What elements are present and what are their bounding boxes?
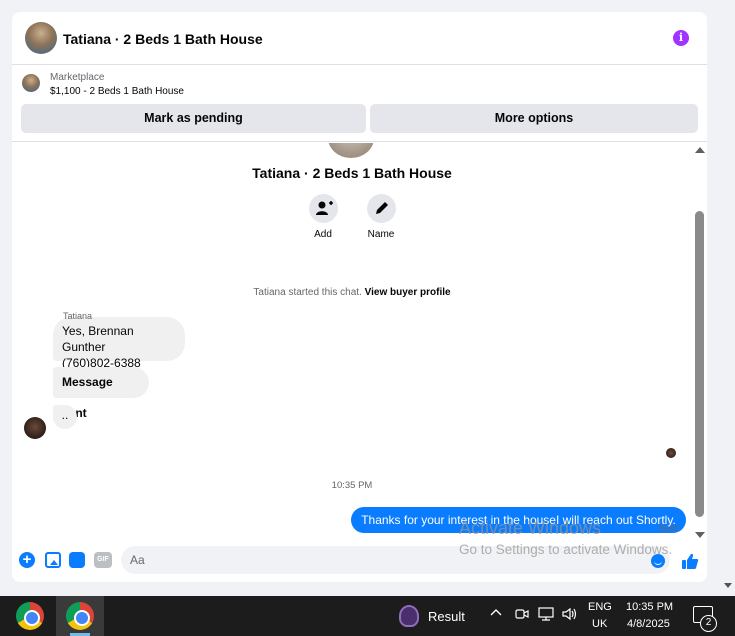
conversation-title: Tatiana · 2 Beds 1 Bath House: [252, 165, 452, 181]
chat-started-notice: Tatiana started this chat. View buyer pr…: [12, 287, 692, 298]
message-thread[interactable]: Tatiana · 2 Beds 1 Bath House Add Name T…: [12, 143, 692, 543]
clock-date[interactable]: 4/8/2025: [627, 618, 670, 630]
message-input[interactable]: [121, 546, 670, 574]
chrome-profile-icon[interactable]: [66, 602, 94, 630]
messenger-panel: Tatiana · 2 Beds 1 Bath House i Marketpl…: [12, 12, 707, 582]
notification-count-badge[interactable]: 2: [700, 615, 717, 632]
outgoing-message[interactable]: Thanks for your interest in the houseI w…: [351, 507, 686, 533]
pencil-icon[interactable]: [366, 194, 396, 223]
windows-taskbar: Result ENG UK 10:35 PM 4/8/2025 2: [0, 596, 735, 636]
sticker-icon[interactable]: [69, 552, 85, 568]
result-app-label[interactable]: Result: [428, 609, 465, 624]
name-action[interactable]: Name: [351, 194, 411, 240]
photo-icon[interactable]: [45, 552, 61, 568]
gif-icon[interactable]: GIF: [94, 552, 112, 568]
scroll-up-arrow-icon[interactable]: [695, 147, 705, 153]
add-action[interactable]: Add: [293, 194, 353, 240]
chrome-icon[interactable]: [16, 602, 44, 630]
started-text: Tatiana started this chat.: [253, 287, 362, 298]
view-buyer-profile-link[interactable]: View buyer profile: [365, 287, 451, 298]
listing-thumbnail[interactable]: [22, 74, 40, 92]
network-icon[interactable]: [538, 607, 554, 624]
more-options-button[interactable]: More options: [370, 104, 698, 133]
message-composer: + GIF: [12, 542, 707, 582]
result-app-icon[interactable]: [399, 605, 419, 627]
add-person-icon[interactable]: [308, 194, 338, 223]
plus-icon[interactable]: +: [19, 552, 35, 568]
emoji-icon[interactable]: [651, 554, 665, 568]
incoming-message[interactable]: Message sent: [53, 367, 149, 420]
volume-icon[interactable]: [562, 607, 578, 624]
clock-time[interactable]: 10:35 PM: [626, 601, 673, 613]
name-label: Name: [367, 229, 395, 240]
incoming-message[interactable]: ..: [53, 405, 77, 429]
sender-avatar[interactable]: [24, 417, 46, 439]
camera-icon[interactable]: [515, 607, 529, 624]
language-region[interactable]: UK: [592, 618, 607, 630]
listing-title[interactable]: $1,100 - 2 Beds 1 Bath House: [50, 86, 184, 97]
tray-chevron-icon[interactable]: [490, 607, 502, 622]
chat-title[interactable]: Tatiana · 2 Beds 1 Bath House: [63, 31, 263, 47]
seen-indicator-avatar: [666, 448, 676, 458]
message-text: Yes, Brennan Gunther (760)802-6388: [62, 324, 141, 370]
listing-avatar[interactable]: [25, 22, 57, 54]
conversation-avatar: [328, 143, 374, 158]
message-timestamp: 10:35 PM: [331, 480, 373, 491]
info-icon[interactable]: i: [673, 30, 689, 46]
sender-name: Tatiana: [63, 311, 93, 321]
marketplace-bar: Marketplace $1,100 - 2 Beds 1 Bath House…: [12, 65, 707, 142]
language-indicator[interactable]: ENG: [588, 601, 612, 613]
chat-header: Tatiana · 2 Beds 1 Bath House i: [12, 12, 707, 65]
page-scroll-down-icon[interactable]: [724, 583, 732, 588]
sent-status: Sent: [658, 523, 678, 534]
add-label: Add: [314, 229, 332, 240]
scroll-down-arrow-icon[interactable]: [695, 532, 705, 538]
scroll-thumb[interactable]: [695, 211, 704, 517]
thread-scrollbar[interactable]: [693, 143, 707, 543]
incoming-message[interactable]: Yes, Brennan Gunther (760)802-6388: [53, 317, 185, 370]
thumbs-up-icon[interactable]: [681, 552, 699, 575]
mark-as-pending-button[interactable]: Mark as pending: [21, 104, 366, 133]
marketplace-label: Marketplace: [50, 72, 105, 83]
